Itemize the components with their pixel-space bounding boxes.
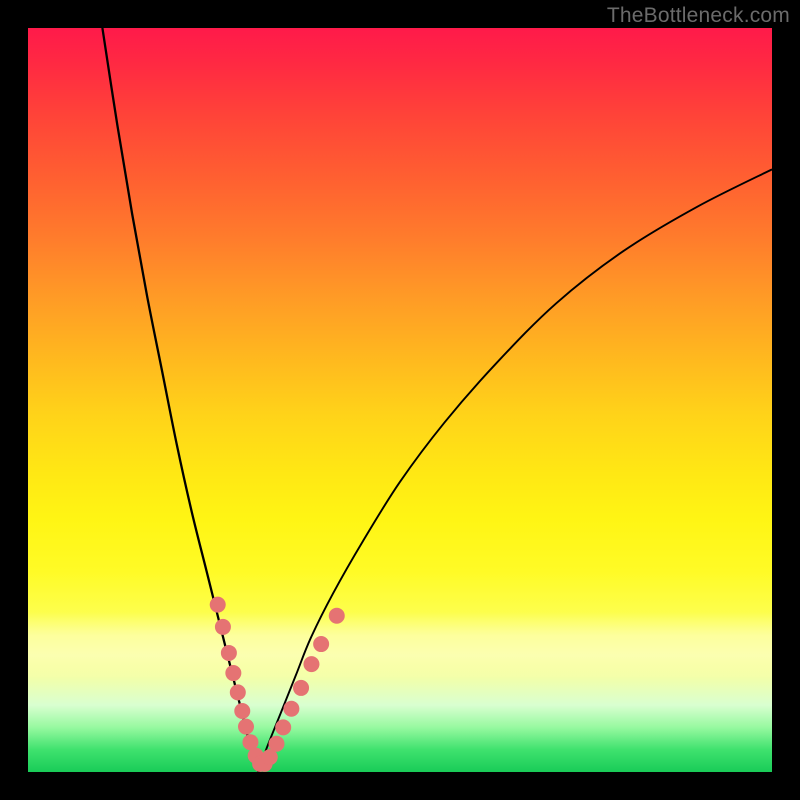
- marker-dot: [313, 636, 329, 652]
- chart-svg: [28, 28, 772, 772]
- right-curve: [259, 169, 772, 772]
- marker-dot: [215, 619, 231, 635]
- marker-dot: [283, 701, 299, 717]
- marker-dot: [230, 684, 246, 700]
- marker-dot: [303, 656, 319, 672]
- marker-dot: [293, 680, 309, 696]
- left-curve: [102, 28, 258, 772]
- marker-dot: [238, 719, 254, 735]
- chart-plot-area: [28, 28, 772, 772]
- watermark-label: TheBottleneck.com: [607, 4, 790, 28]
- marker-dots: [210, 597, 345, 772]
- chart-frame: TheBottleneck.com: [0, 0, 800, 800]
- marker-dot: [210, 597, 226, 613]
- marker-dot: [268, 736, 284, 752]
- marker-dot: [234, 703, 250, 719]
- marker-dot: [275, 719, 291, 735]
- marker-dot: [225, 665, 241, 681]
- marker-dot: [221, 645, 237, 661]
- marker-dot: [329, 608, 345, 624]
